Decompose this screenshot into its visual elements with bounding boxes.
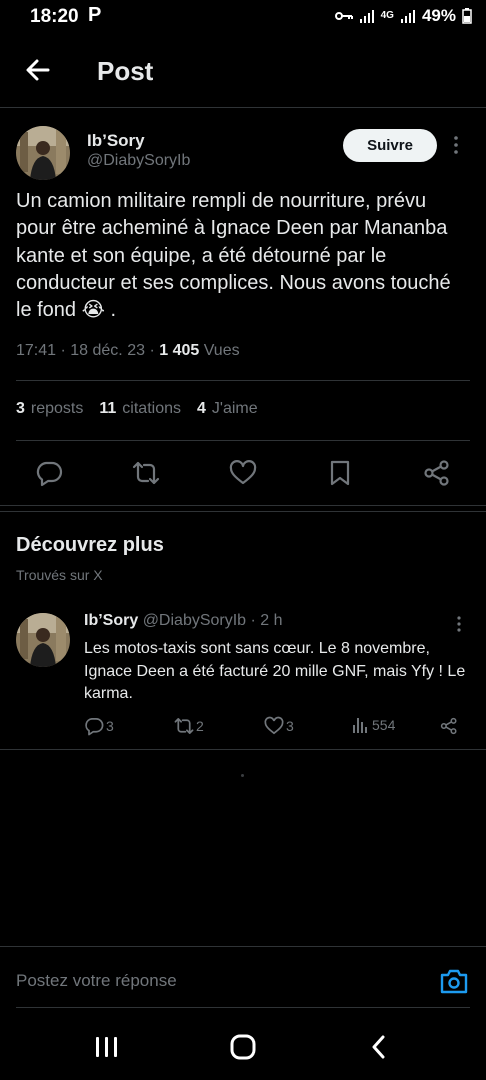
card-replies-count: 3 <box>106 718 114 734</box>
kebab-icon[interactable] <box>452 135 460 159</box>
repost-icon <box>174 718 194 734</box>
reposts-count: 3 <box>16 400 25 417</box>
tweet-time: 17:41 <box>16 342 57 359</box>
battery-percent: 49% <box>421 6 456 25</box>
status-icons: 4G 49% <box>334 6 472 26</box>
bookmark-icon[interactable] <box>326 459 354 487</box>
card-reply-button[interactable]: 3 <box>84 716 114 736</box>
card-views-count: 554 <box>372 717 396 733</box>
tweet-stats: 3 reposts 11 citations 4 J'aime <box>16 400 274 418</box>
card-author-handle[interactable]: @DiabySoryIb <box>143 612 246 629</box>
reply-divider <box>0 946 486 947</box>
card-text: Les motos-taxis sont sans cœur. Le 8 nov… <box>84 640 466 703</box>
reply-icon <box>85 718 104 736</box>
likes-count: 4 <box>197 400 206 417</box>
signal-icon <box>400 10 415 23</box>
card-divider <box>0 749 486 750</box>
views-count: 1 405 <box>159 342 200 359</box>
card-author-name[interactable]: Ib’Sory <box>84 612 138 629</box>
meta-divider <box>16 380 470 381</box>
repost-icon[interactable] <box>132 459 160 487</box>
camera-icon[interactable] <box>439 967 469 995</box>
status-time: 18:20 <box>30 6 79 27</box>
avatar-image <box>16 126 70 180</box>
home-icon[interactable] <box>229 1034 257 1060</box>
author-handle[interactable]: @DiabySoryIb <box>87 152 190 170</box>
card-likes-count: 3 <box>286 718 294 734</box>
loading-dot <box>241 774 244 777</box>
card-repost-button[interactable]: 2 <box>174 716 204 736</box>
like-icon <box>264 716 284 735</box>
quotes-count: 11 <box>99 400 117 417</box>
card-avatar[interactable] <box>16 613 70 667</box>
reply-icon[interactable] <box>35 459 63 487</box>
card-age: · 2 h <box>250 612 283 629</box>
reply-bottom-divider <box>16 1007 470 1008</box>
key-icon <box>334 12 353 20</box>
signal-icon <box>359 10 374 23</box>
reposts-stat[interactable]: 3 reposts <box>16 400 83 418</box>
like-icon[interactable] <box>229 459 257 487</box>
tweet-date: 18 déc. 23 <box>70 342 145 359</box>
discover-title: Découvrez plus <box>16 534 164 556</box>
card-views-button[interactable]: 554 <box>352 716 395 734</box>
reply-input[interactable]: Postez votre réponse <box>16 971 177 991</box>
p-app-icon: P <box>88 4 102 26</box>
reposts-label: reposts <box>30 400 84 417</box>
header-divider <box>0 107 486 108</box>
follow-button[interactable]: Suivre <box>343 129 437 162</box>
avatar[interactable] <box>16 126 70 180</box>
network-type: 4G <box>380 10 394 21</box>
back-arrow-icon[interactable] <box>22 54 54 86</box>
back-icon[interactable] <box>369 1034 389 1060</box>
author-name[interactable]: Ib’Sory <box>87 131 145 151</box>
share-icon[interactable] <box>440 717 458 735</box>
views-label: Vues <box>203 342 240 359</box>
stats-divider <box>16 440 470 441</box>
card-like-button[interactable]: 3 <box>264 716 294 736</box>
share-icon[interactable] <box>423 459 451 487</box>
likes-label: J'aime <box>211 400 258 417</box>
views-icon <box>353 718 367 733</box>
quotes-stat[interactable]: 11 citations <box>99 400 181 418</box>
actions-divider <box>0 505 486 506</box>
card-header: Ib’Sory @DiabySoryIb · 2 h <box>84 612 283 630</box>
recent-apps-icon[interactable] <box>94 1035 120 1059</box>
quotes-label: citations <box>122 400 181 417</box>
tweet-text: Un camion militaire rempli de nourriture… <box>16 190 451 322</box>
section-divider <box>0 511 486 512</box>
discover-subtitle: Trouvés sur X <box>16 567 103 583</box>
likes-stat[interactable]: 4 J'aime <box>197 400 258 418</box>
battery-icon <box>462 8 472 24</box>
tweet-meta: 17:41 · 18 déc. 23 · 1 405 Vues <box>16 342 240 359</box>
page-title: Post <box>97 56 154 86</box>
avatar-image <box>16 613 70 667</box>
card-kebab-icon[interactable] <box>455 615 463 638</box>
card-reposts-count: 2 <box>196 718 204 734</box>
